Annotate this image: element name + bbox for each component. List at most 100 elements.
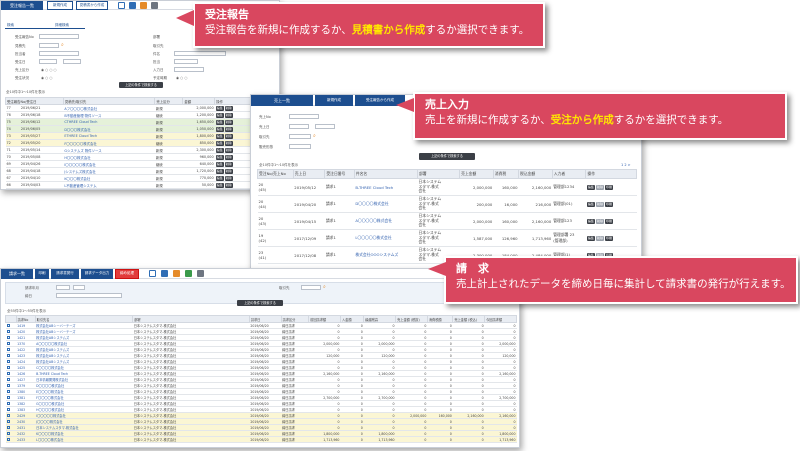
- invoice-partner-input[interactable]: [301, 285, 321, 290]
- user-icon[interactable]: [173, 270, 180, 277]
- cell-partner[interactable]: CTHREE Cloud Tech: [63, 118, 155, 126]
- sales-form-select[interactable]: [289, 144, 311, 149]
- row-checkbox[interactable]: [6, 365, 10, 369]
- print-button[interactable]: 印刷: [604, 185, 613, 190]
- search-button[interactable]: 上記の条件で検索する: [119, 82, 163, 88]
- table-row[interactable]: 70 2019/05/08 H〇〇〇株式会社 新規 960,000 編集 削除: [5, 153, 253, 161]
- cell-partner[interactable]: ETHREE Cloud Tech: [63, 132, 155, 140]
- sales-no-input[interactable]: [289, 114, 319, 119]
- plan-time-radios[interactable]: ◉ ○ ○: [176, 76, 187, 80]
- delete-button[interactable]: 削除: [224, 119, 233, 125]
- delete-button[interactable]: 削除: [224, 140, 233, 146]
- chart-icon[interactable]: [151, 2, 158, 9]
- invoice-export-button[interactable]: 請求データ出力: [81, 269, 113, 279]
- closing-button[interactable]: 締め処理: [115, 269, 139, 279]
- table-row[interactable]: 69 2019/04/26 I〇〇〇〇〇株式会社 継続 640,000 編集 削除: [5, 160, 253, 168]
- calendar-icon[interactable]: [149, 270, 156, 277]
- search-icon[interactable]: ⌕: [61, 43, 66, 48]
- table-row[interactable]: 20 (43) 2019/04/15 請求1 A〇〇〇〇〇株式会社 日本システム スタマ…: [257, 212, 637, 230]
- row-checkbox[interactable]: [6, 431, 10, 435]
- person-select[interactable]: [39, 51, 79, 56]
- delete-button[interactable]: 削除: [595, 202, 604, 207]
- sales-date-from[interactable]: [289, 124, 309, 129]
- order-status-radios[interactable]: ◉ ○ ○: [41, 76, 52, 80]
- print-button[interactable]: 印刷: [35, 269, 49, 279]
- table-row[interactable]: 73 2019/05/27 ETHREE Cloud Tech 新規 1,800,000…: [5, 132, 253, 140]
- chart-icon[interactable]: [197, 270, 204, 277]
- table-row[interactable]: 75 2019/06/12 CTHREE Cloud Tech 新規 1,650,000…: [5, 118, 253, 126]
- table-row[interactable]: 74 2019/06/05 D〇〇〇株式会社 新規 1,050,000 編集 削除: [5, 125, 253, 133]
- edit-button[interactable]: 編集: [215, 140, 224, 146]
- row-checkbox[interactable]: [6, 323, 10, 327]
- table-row[interactable]: 66 2019/04/03 L不動産管理システム 新規 50,000 編集 削除: [5, 181, 253, 189]
- delete-button[interactable]: 削除: [224, 161, 233, 167]
- row-checkbox[interactable]: [6, 407, 10, 411]
- charge-input[interactable]: [174, 59, 198, 64]
- invoice-month-select[interactable]: [73, 285, 85, 290]
- cell-partner[interactable]: B不動産管理 物件ソース: [63, 111, 155, 119]
- user-icon[interactable]: [140, 2, 147, 9]
- new-sales-button[interactable]: 新規作成: [315, 95, 353, 106]
- document-icon[interactable]: [129, 2, 136, 9]
- delete-button[interactable]: 削除: [595, 185, 604, 190]
- cell-partner[interactable]: D〇〇〇株式会社: [63, 125, 155, 133]
- cell-name[interactable]: D〇〇〇〇株式会社: [354, 195, 418, 213]
- edit-button[interactable]: 編集: [215, 133, 224, 139]
- row-checkbox[interactable]: [6, 383, 10, 387]
- cell-name[interactable]: B-THREE Cloud Tech: [354, 178, 418, 196]
- row-checkbox[interactable]: [6, 371, 10, 375]
- invoice-year-select[interactable]: [56, 285, 70, 290]
- order-date-from[interactable]: [39, 59, 57, 64]
- table-row[interactable]: 20 (45) 2019/05/12 請求1 B-THREE Cloud Tech 日本…: [257, 178, 637, 196]
- print-button[interactable]: 印刷: [604, 202, 613, 207]
- delete-button[interactable]: 削除: [224, 112, 233, 118]
- edit-button[interactable]: 編集: [215, 175, 224, 181]
- row-checkbox[interactable]: [6, 341, 10, 345]
- edit-button[interactable]: 編集: [215, 147, 224, 153]
- row-checkbox[interactable]: [6, 437, 10, 441]
- tab-search[interactable]: 検索: [7, 23, 14, 28]
- sales-kbn-radios[interactable]: ◉ ○ ○ ○: [41, 68, 57, 72]
- edit-button[interactable]: 編集: [586, 219, 595, 224]
- search-button[interactable]: 上記の条件で検索する: [237, 300, 283, 306]
- estimate-to-input[interactable]: [39, 43, 59, 48]
- row-checkbox[interactable]: [6, 419, 10, 423]
- edit-button[interactable]: 編集: [215, 161, 224, 167]
- search-icon[interactable]: ⌕: [313, 134, 318, 139]
- cell-name[interactable]: L〇〇〇〇〇株式会社: [354, 229, 418, 247]
- edit-button[interactable]: 編集: [215, 112, 224, 118]
- report-icon[interactable]: [185, 270, 192, 277]
- delete-button[interactable]: 削除: [224, 105, 233, 111]
- pager[interactable]: 1 2 >: [621, 163, 631, 167]
- table-row[interactable]: 77 2019/06/21 Aフ〇〇〇〇株式会社 新規 2,000,000 編集 削除: [5, 104, 253, 112]
- cell-partner[interactable]: H〇〇〇株式会社: [63, 153, 155, 161]
- search-icon[interactable]: ⌕: [323, 285, 328, 290]
- input-date-select[interactable]: [174, 67, 204, 72]
- row-checkbox[interactable]: [6, 413, 10, 417]
- delete-button[interactable]: 削除: [224, 126, 233, 132]
- cell-partner[interactable]: Jシステムズ株式会社: [63, 167, 155, 175]
- row-checkbox[interactable]: [6, 389, 10, 393]
- sales-list-tab[interactable]: 売上一覧: [251, 95, 313, 106]
- cell-name[interactable]: A〇〇〇〇〇株式会社: [354, 212, 418, 230]
- sales-partner-input[interactable]: [289, 134, 311, 139]
- row-checkbox[interactable]: [6, 359, 10, 363]
- cell-no[interactable]: 2433: [16, 436, 36, 443]
- row-checkbox[interactable]: [6, 347, 10, 351]
- delete-button[interactable]: 削除: [224, 147, 233, 153]
- cell-partner[interactable]: F〇〇〇〇〇株式会社: [63, 139, 155, 147]
- row-checkbox[interactable]: [6, 335, 10, 339]
- print-button[interactable]: 印刷: [604, 236, 613, 241]
- table-row[interactable]: 19 (42) 2017/12/09 請求1 L〇〇〇〇〇株式会社 日本システム スタマ…: [257, 229, 637, 247]
- edit-button[interactable]: 編集: [586, 202, 595, 207]
- table-row[interactable]: 2433 L〇〇〇〇株式会社 日本システムスタマ-株式会社 2019/06/20 締日請…: [5, 436, 517, 443]
- closing-day-select[interactable]: [56, 293, 122, 298]
- cell-partner[interactable]: L不動産管理システム: [63, 181, 155, 189]
- row-checkbox[interactable]: [6, 377, 10, 381]
- invoice-list-tab[interactable]: 請求一覧: [1, 269, 33, 279]
- row-checkbox[interactable]: [6, 425, 10, 429]
- document-icon[interactable]: [161, 270, 168, 277]
- edit-button[interactable]: 編集: [215, 126, 224, 132]
- table-row[interactable]: 76 2019/06/18 B不動産管理 物件ソース 継続 1,200,000 編集 削除: [5, 111, 253, 119]
- table-row[interactable]: 68 2019/04/18 Jシステムズ株式会社 新規 1,720,000 編集 削除: [5, 167, 253, 175]
